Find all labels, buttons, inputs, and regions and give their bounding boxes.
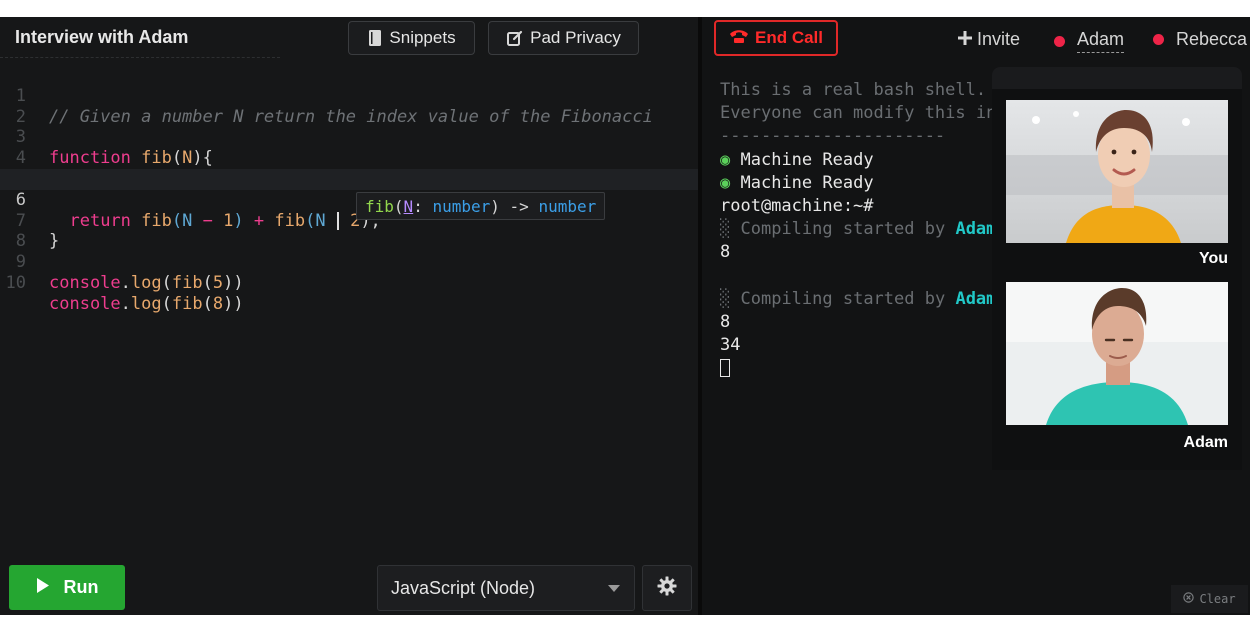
settings-button[interactable]: [642, 565, 692, 611]
hint-punctuation: :: [413, 197, 423, 216]
snippets-button[interactable]: Snippets: [348, 21, 475, 55]
run-label: Run: [63, 577, 99, 597]
peer-video-feed: [1006, 282, 1228, 425]
terminal-output-line: 8: [720, 242, 731, 263]
editor-pane: Interview with Adam Snippets Pad Privacy…: [0, 17, 698, 615]
status-ok-icon: ◉: [720, 149, 731, 170]
video-panel-header[interactable]: [992, 67, 1242, 89]
code-line: 3 function fib(N){: [0, 107, 698, 168]
line-number: 10: [5, 272, 26, 293]
terminal-compile-user: Adam: [955, 288, 997, 309]
terminal-intro: Everyone can modify this in: [720, 103, 997, 124]
terminal-compile-user: Adam: [955, 219, 997, 240]
hint-arrow: ->: [509, 197, 529, 216]
run-button[interactable]: Run: [9, 565, 125, 610]
code-function: log: [130, 272, 162, 293]
invite-button[interactable]: Invite: [958, 29, 1020, 50]
terminal-ready: Machine Ready: [740, 149, 874, 170]
terminal-pane: End Call Invite Adam Rebecca This is a r…: [702, 17, 1250, 615]
code-line: 5: [0, 148, 698, 189]
status-ok-icon: ◉: [720, 172, 731, 193]
peer-video-label: Adam: [1183, 434, 1228, 451]
hint-punctuation: (: [393, 197, 404, 216]
terminal-prompt: root@machine:~#: [720, 196, 874, 217]
snippets-label: Snippets: [389, 28, 456, 47]
book-icon: [367, 29, 383, 47]
participant-name: Adam: [1077, 29, 1125, 53]
code-editor[interactable]: 1 // Given a number N return the index v…: [0, 65, 698, 314]
code-punctuation: (: [161, 293, 172, 314]
self-video-feed: [1006, 100, 1228, 243]
hourglass-icon: ░: [720, 288, 731, 309]
clear-terminal-button[interactable]: Clear: [1171, 585, 1248, 613]
code-function: log: [130, 293, 162, 314]
code-number: 8: [212, 293, 224, 314]
title-divider: [0, 57, 280, 58]
edit-icon: [506, 29, 524, 47]
plus-icon: [958, 29, 972, 50]
code-line: 2: [0, 86, 698, 127]
code-punctuation: (: [202, 272, 213, 293]
terminal-compile-msg: Compiling started by: [740, 288, 946, 309]
terminal-output-line: 34: [720, 335, 741, 356]
participant-status-dot: [1153, 34, 1164, 45]
code-punctuation: .: [120, 293, 131, 314]
terminal-output[interactable]: This is a real bash shell. Everyone can …: [720, 79, 996, 381]
play-icon: [36, 577, 50, 599]
app-window: Interview with Adam Snippets Pad Privacy…: [0, 17, 1250, 615]
terminal-cursor: [720, 359, 730, 378]
code-number: 5: [212, 272, 224, 293]
video-panel: You Adam: [992, 67, 1242, 470]
language-value: JavaScript (Node): [391, 577, 536, 598]
self-video-label: You: [1198, 250, 1228, 267]
code-punctuation: (: [202, 293, 213, 314]
code-punctuation: )): [223, 293, 244, 314]
terminal-intro: This is a real bash shell.: [720, 80, 987, 100]
terminal-compile-msg: Compiling started by: [740, 219, 946, 240]
code-line-active: 6 return fib(N − 1) + fib(N 2);: [0, 168, 698, 231]
invite-label: Invite: [977, 29, 1021, 49]
participant-name: Rebecca: [1176, 29, 1248, 49]
pad-privacy-button[interactable]: Pad Privacy: [488, 21, 639, 55]
terminal-ready: Machine Ready: [740, 172, 874, 193]
signature-hint-tooltip: fib(N: number) -> number: [356, 192, 606, 220]
hourglass-icon: ░: [720, 219, 731, 240]
pad-title: Interview with Adam: [15, 27, 189, 47]
phone-icon: [729, 28, 749, 49]
code-punctuation: )): [223, 272, 244, 293]
language-select[interactable]: JavaScript (Node): [377, 565, 635, 611]
code-object: console: [49, 293, 121, 314]
chevron-down-icon: [608, 585, 620, 592]
hint-function: fib: [365, 197, 394, 216]
gear-icon: [657, 576, 677, 600]
hint-punctuation: ): [490, 197, 500, 216]
clear-label: Clear: [1199, 592, 1236, 606]
code-line: 1 // Given a number N return the index v…: [0, 65, 698, 127]
participant-rebecca[interactable]: Rebecca: [1153, 29, 1247, 50]
code-punctuation: .: [120, 272, 131, 293]
code-function: fib: [171, 293, 203, 314]
hint-param: N: [403, 197, 414, 216]
code-line: 4 if (N<=1) return 1;: [0, 127, 698, 189]
pad-privacy-label: Pad Privacy: [530, 28, 621, 47]
end-call-button[interactable]: End Call: [714, 20, 838, 56]
code-function: fib: [171, 272, 203, 293]
code-line: 10 console.log(fib(8)): [0, 252, 698, 314]
clear-icon: [1183, 592, 1195, 606]
hint-param-type: number: [432, 197, 491, 216]
end-call-label: End Call: [754, 28, 823, 47]
code-punctuation: (: [161, 272, 172, 293]
terminal-separator: ----------------------: [720, 126, 946, 147]
participant-adam[interactable]: Adam: [1054, 29, 1125, 53]
participant-status-dot: [1054, 35, 1065, 47]
terminal-output-line: 8: [720, 312, 731, 333]
code-line: 9 console.log(fib(5)): [0, 231, 698, 293]
hint-return-type: number: [538, 197, 597, 216]
